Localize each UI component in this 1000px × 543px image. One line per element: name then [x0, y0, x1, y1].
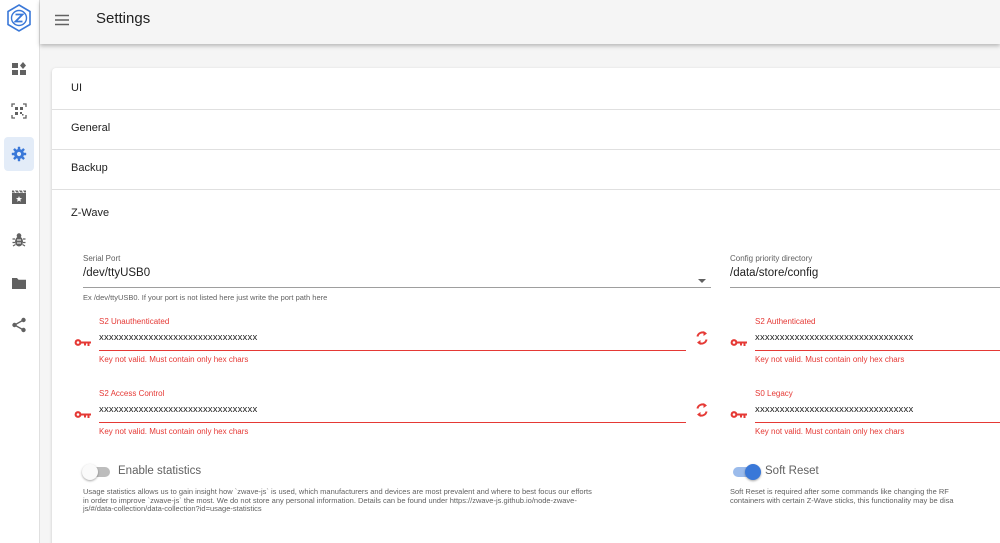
nav-store[interactable] [4, 266, 34, 300]
s2-authenticated-error: Key not valid. Must contain only hex cha… [755, 355, 905, 364]
config-dir-input[interactable]: /data/store/config [730, 267, 818, 279]
nav-scenes[interactable] [4, 180, 34, 214]
nav-settings[interactable] [4, 137, 34, 171]
s2-access-control-underline [99, 422, 686, 423]
nav-debug[interactable] [4, 223, 34, 257]
key-icon [730, 334, 748, 352]
s0-legacy-input[interactable]: xxxxxxxxxxxxxxxxxxxxxxxxxxxxxxxx [755, 404, 913, 415]
panel-zwave-header[interactable]: Z-Wave [71, 207, 109, 219]
switch-thumb [82, 464, 98, 480]
key-icon [74, 334, 92, 352]
zwave-logo[interactable] [6, 4, 32, 32]
divider [52, 189, 1000, 190]
regenerate-key-icon[interactable] [695, 402, 709, 423]
s0-legacy-underline [755, 422, 1000, 423]
panel-general-header[interactable]: General [71, 122, 110, 134]
nav-smart-start[interactable] [4, 94, 34, 128]
soft-reset-switch[interactable] [731, 464, 761, 480]
enable-statistics-label: Enable statistics [118, 465, 202, 477]
gear-icon [11, 146, 27, 162]
panel-backup-header[interactable]: Backup [71, 162, 108, 174]
s2-access-control-label: S2 Access Control [99, 389, 165, 398]
serial-port-select[interactable]: /dev/ttyUSB0 [83, 267, 150, 279]
page-title: Settings [96, 10, 151, 27]
enable-statistics-description: Usage statistics allows us to gain insig… [83, 487, 713, 514]
s2-unauthenticated-input[interactable]: xxxxxxxxxxxxxxxxxxxxxxxxxxxxxxxx [99, 332, 257, 343]
serial-port-underline [83, 287, 711, 288]
divider [52, 149, 1000, 150]
key-icon [730, 406, 748, 424]
key-icon [74, 406, 92, 424]
soft-reset-description: Soft Reset is required after some comman… [730, 488, 1000, 505]
menu-button[interactable] [54, 12, 70, 28]
s2-authenticated-input[interactable]: xxxxxxxxxxxxxxxxxxxxxxxxxxxxxxxx [755, 332, 913, 343]
s2-unauthenticated-error: Key not valid. Must contain only hex cha… [99, 355, 249, 364]
nav-network-graph[interactable] [4, 308, 34, 342]
hamburger-icon [55, 14, 69, 26]
qr-scan-icon [11, 103, 27, 119]
divider [52, 109, 1000, 110]
bug-icon [12, 233, 26, 247]
s2-unauthenticated-label: S2 Unauthenticated [99, 317, 170, 326]
app-bar: Settings [40, 0, 1000, 44]
nav-dashboard[interactable] [4, 52, 34, 86]
description-line: containers with certain Z-Wave sticks, t… [730, 495, 954, 505]
nav-rail [0, 0, 40, 543]
s2-authenticated-underline [755, 350, 1000, 351]
share-icon [12, 317, 26, 333]
switch-thumb [745, 464, 761, 480]
settings-panels: UI General Backup Z-Wave Serial Port /de… [52, 68, 1000, 543]
s0-legacy-error: Key not valid. Must contain only hex cha… [755, 427, 905, 436]
s2-access-control-input[interactable]: xxxxxxxxxxxxxxxxxxxxxxxxxxxxxxxx [99, 404, 257, 415]
s2-unauthenticated-underline [99, 350, 686, 351]
folder-icon [12, 278, 26, 289]
config-dir-label: Config priority directory [730, 254, 813, 263]
regenerate-key-icon[interactable] [695, 330, 709, 351]
enable-statistics-switch[interactable] [82, 464, 112, 480]
s0-legacy-label: S0 Legacy [755, 389, 793, 398]
serial-port-label: Serial Port [83, 254, 121, 263]
s2-authenticated-label: S2 Authenticated [755, 317, 816, 326]
config-dir-underline [730, 287, 1000, 288]
panel-ui-header[interactable]: UI [71, 82, 82, 94]
description-line: js/#/data-collection/data-collection?id=… [83, 504, 262, 513]
dashboard-icon [12, 62, 26, 75]
scene-icon [12, 190, 26, 204]
serial-port-hint: Ex /dev/ttyUSB0. If your port is not lis… [83, 293, 328, 302]
soft-reset-label: Soft Reset [765, 465, 819, 477]
s2-access-control-error: Key not valid. Must contain only hex cha… [99, 427, 249, 436]
